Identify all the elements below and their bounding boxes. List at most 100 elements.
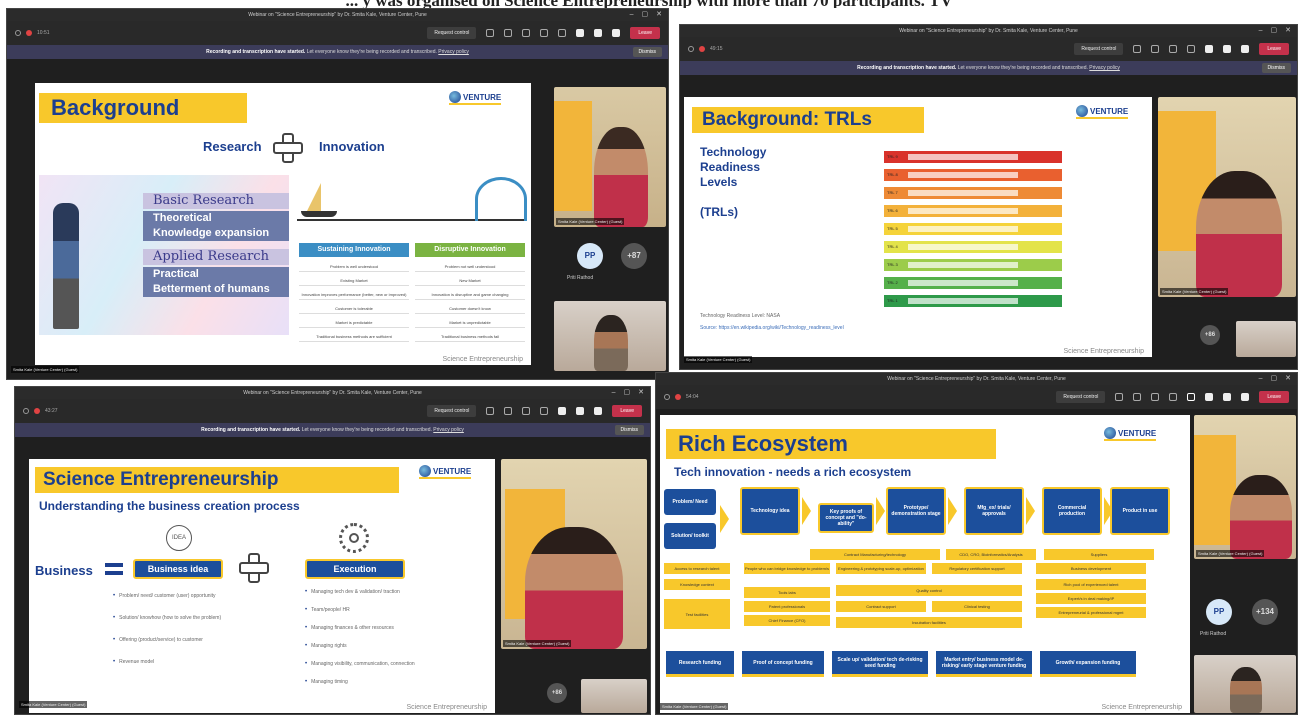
close-icon[interactable]: ✕ bbox=[656, 9, 662, 21]
raise-hand-icon[interactable] bbox=[522, 407, 531, 415]
idea-bullet: Offering (product/service) to customer bbox=[113, 637, 203, 643]
trl-level: TRL 7 bbox=[884, 187, 1062, 199]
maximize-icon[interactable]: ▢ bbox=[1271, 373, 1278, 385]
maximize-icon[interactable]: ▢ bbox=[1271, 25, 1278, 37]
raise-hand-icon[interactable] bbox=[1169, 45, 1178, 53]
rooms-icon[interactable] bbox=[540, 29, 549, 37]
request-control-button[interactable]: Request control bbox=[1074, 43, 1124, 55]
close-icon[interactable]: ✕ bbox=[1285, 25, 1291, 37]
slide-title: Background: TRLs bbox=[692, 107, 924, 133]
dismiss-button[interactable]: Dismiss bbox=[632, 47, 662, 57]
participant-avatar[interactable]: PP bbox=[1206, 599, 1232, 625]
participant-video bbox=[554, 301, 666, 371]
people-icon[interactable] bbox=[1133, 393, 1142, 401]
business-idea-box: Business idea bbox=[133, 559, 223, 579]
slide-footer: Science Entrepreneurship bbox=[1063, 348, 1144, 355]
trl-level: TRL 9 bbox=[884, 151, 1062, 163]
chat-icon[interactable] bbox=[1133, 45, 1142, 53]
camera-icon[interactable] bbox=[1205, 45, 1214, 53]
flow-arrow bbox=[876, 497, 885, 525]
minimize-icon[interactable]: – bbox=[612, 387, 616, 399]
participant-avatar[interactable]: PP bbox=[577, 243, 603, 269]
disruptive-cell: Innovation is disruptive and game changi… bbox=[415, 289, 525, 300]
rooms-icon[interactable] bbox=[1187, 45, 1196, 53]
recording-icon bbox=[34, 408, 40, 414]
leave-button[interactable]: Leave bbox=[1259, 391, 1289, 403]
more-participants[interactable]: +87 bbox=[621, 243, 647, 269]
privacy-link[interactable]: Privacy policy bbox=[1089, 65, 1120, 71]
chat-icon[interactable] bbox=[1115, 393, 1124, 401]
share-icon[interactable] bbox=[594, 407, 603, 415]
raise-hand-icon[interactable] bbox=[522, 29, 531, 37]
chat-icon[interactable] bbox=[486, 29, 495, 37]
venture-logo: VENTURE bbox=[419, 465, 472, 479]
request-control-button[interactable]: Request control bbox=[427, 405, 477, 417]
recording-banner: Recording and transcription have started… bbox=[680, 61, 1297, 75]
request-control-button[interactable]: Request control bbox=[427, 27, 477, 39]
minimize-icon[interactable]: – bbox=[1259, 25, 1263, 37]
dismiss-button[interactable]: Dismiss bbox=[614, 425, 644, 435]
stage-box: Key proofs of concept and "do-ability" bbox=[818, 503, 874, 533]
mic-icon[interactable] bbox=[1223, 393, 1232, 401]
participant-video bbox=[581, 679, 647, 713]
more-icon[interactable] bbox=[558, 29, 567, 37]
recording-icon bbox=[675, 394, 681, 400]
people-icon[interactable] bbox=[504, 407, 513, 415]
trl-level: TRL 8 bbox=[884, 169, 1062, 181]
rooms-icon[interactable] bbox=[1169, 393, 1178, 401]
minimize-icon[interactable]: – bbox=[1259, 373, 1263, 385]
ecosystem-cell: Patent professionals bbox=[744, 601, 830, 612]
solution-box: Solution/ toolkit bbox=[664, 523, 716, 549]
trl-side-text: Technology Readiness Levels (TRLs) bbox=[700, 145, 766, 220]
request-control-button[interactable]: Request control bbox=[1056, 391, 1106, 403]
maximize-icon[interactable]: ▢ bbox=[624, 387, 631, 399]
rooms-icon[interactable] bbox=[540, 407, 549, 415]
privacy-link[interactable]: Privacy policy bbox=[433, 427, 464, 433]
meeting-window-background: Webinar on "Science Entrepreneurship" by… bbox=[679, 24, 1298, 370]
disruptive-cell: Market is unpredictable bbox=[415, 317, 525, 328]
sustaining-header: Sustaining Innovation bbox=[299, 243, 409, 257]
idea-bullet: Problem/ need/ customer (user) opportuni… bbox=[113, 593, 215, 599]
minimize-icon[interactable]: – bbox=[630, 9, 634, 21]
camera-icon[interactable] bbox=[576, 29, 585, 37]
people-icon[interactable] bbox=[504, 29, 513, 37]
maximize-icon[interactable]: ▢ bbox=[642, 9, 649, 21]
people-icon[interactable] bbox=[1151, 45, 1160, 53]
raise-hand-icon[interactable] bbox=[1151, 393, 1160, 401]
more-participants[interactable]: +86 bbox=[547, 683, 567, 703]
document-caption: ... y was organised on Science Entrepren… bbox=[0, 0, 1298, 8]
more-participants[interactable]: +86 bbox=[1200, 325, 1220, 345]
presenter-video: Smita Kale (Venture Center) (Guest) bbox=[1158, 97, 1296, 297]
mic-icon[interactable] bbox=[594, 29, 603, 37]
presenter-tag: Smita Kale (Venture Center) (Guest) bbox=[660, 703, 729, 710]
participant-video bbox=[1236, 321, 1296, 357]
presenter-name: Smita Kale (Venture Center) (Guest) bbox=[556, 218, 625, 225]
camera-icon[interactable] bbox=[558, 407, 567, 415]
venture-logo: VENTURE bbox=[449, 91, 502, 105]
gear-icon bbox=[339, 523, 369, 553]
camera-icon[interactable] bbox=[1205, 393, 1214, 401]
mic-icon[interactable] bbox=[1223, 45, 1232, 53]
more-icon[interactable] bbox=[1187, 393, 1196, 401]
trl-description-bar bbox=[908, 226, 1018, 232]
privacy-link[interactable]: Privacy policy bbox=[438, 49, 469, 55]
leave-button[interactable]: Leave bbox=[630, 27, 660, 39]
funding-box: Research funding bbox=[666, 651, 734, 677]
share-icon[interactable] bbox=[612, 29, 621, 37]
execution-bullet: Managing timing bbox=[305, 679, 348, 685]
leave-button[interactable]: Leave bbox=[1259, 43, 1289, 55]
chat-icon[interactable] bbox=[486, 407, 495, 415]
trl-description-bar bbox=[908, 244, 1018, 250]
ecosystem-cell: Engineering & prototyping scale-up, opti… bbox=[836, 563, 926, 574]
presenter-tag: Smita Kale (Venture Center) (Guest) bbox=[11, 366, 80, 373]
dismiss-button[interactable]: Dismiss bbox=[1261, 63, 1291, 73]
banner-text: Let everyone know they're being recorded… bbox=[957, 65, 1088, 71]
close-icon[interactable]: ✕ bbox=[638, 387, 644, 399]
more-participants[interactable]: +134 bbox=[1252, 599, 1278, 625]
close-icon[interactable]: ✕ bbox=[1285, 373, 1291, 385]
window-title: Webinar on "Science Entrepreneurship" by… bbox=[656, 373, 1297, 385]
mic-icon[interactable] bbox=[576, 407, 585, 415]
share-icon[interactable] bbox=[1241, 393, 1250, 401]
leave-button[interactable]: Leave bbox=[612, 405, 642, 417]
share-icon[interactable] bbox=[1241, 45, 1250, 53]
